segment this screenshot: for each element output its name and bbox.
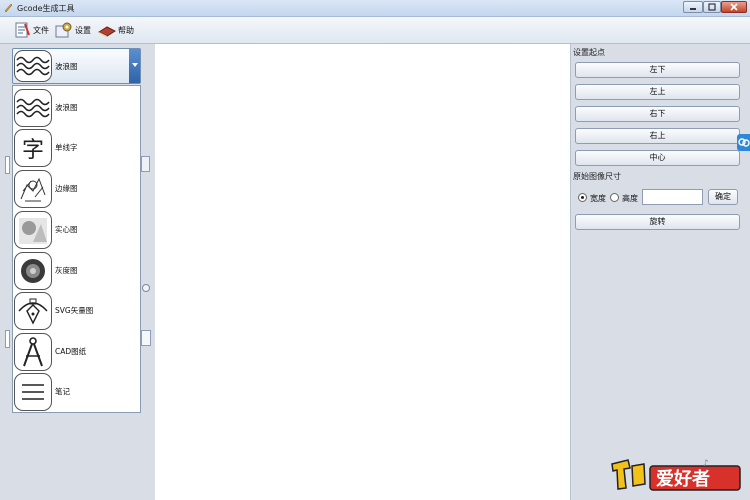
list-item-label: 实心图: [55, 225, 78, 234]
app-icon: [4, 3, 13, 13]
chevron-down-icon[interactable]: [129, 49, 140, 83]
size-input[interactable]: [642, 189, 703, 205]
watermark-logo: 爱好者 ♪: [608, 454, 748, 494]
character-glyph: 字: [22, 138, 44, 163]
list-item-label: 笔记: [55, 387, 70, 396]
minimize-button[interactable]: [683, 1, 703, 13]
left-field-edge: [5, 156, 10, 174]
list-item-label: 单线字: [55, 143, 78, 152]
settings-icon: [55, 22, 72, 38]
preview-canvas[interactable]: [155, 44, 570, 500]
edge-image-icon: [14, 170, 52, 208]
list-item-label: 灰度图: [55, 266, 78, 275]
watermark-text: 爱好者: [656, 468, 710, 490]
list-item-label: CAD图纸: [55, 347, 87, 356]
list-item-cad[interactable]: CAD图纸: [13, 332, 140, 372]
file-icon: [15, 22, 30, 38]
list-item-solid[interactable]: 实心图: [13, 210, 140, 250]
mode-dropdown-list: 波浪图 字 单线字 边缘图 实心图 灰度图 SVG矢量图 CAD图纸 笔记: [12, 85, 141, 413]
width-radio[interactable]: [578, 193, 587, 202]
list-item-edge[interactable]: 边缘图: [13, 169, 140, 209]
close-button[interactable]: [721, 1, 747, 13]
list-item-singleline[interactable]: 字 单线字: [13, 128, 140, 168]
origin-bottom-left-button[interactable]: 左下: [575, 62, 740, 78]
list-item-label: SVG矢量图: [55, 306, 94, 315]
origin-top-left-button[interactable]: 左上: [575, 84, 740, 100]
grayscale-icon: [14, 252, 52, 290]
notes-icon: [14, 373, 52, 411]
menu-help[interactable]: 帮助: [98, 21, 134, 39]
menu-settings-label: 设置: [75, 25, 91, 35]
character-icon: 字: [14, 129, 52, 167]
solid-image-icon: [14, 211, 52, 249]
window-title: Gcode生成工具: [17, 4, 75, 13]
mode-dropdown-value: 波浪图: [55, 62, 78, 71]
size-section-title: 原始图像尺寸: [573, 172, 621, 181]
wave-icon: [14, 89, 52, 127]
height-radio[interactable]: [610, 193, 619, 202]
help-book-icon: [98, 26, 116, 38]
origin-bottom-right-button[interactable]: 右下: [575, 106, 740, 122]
origin-top-right-button[interactable]: 右上: [575, 128, 740, 144]
slider-handle[interactable]: [141, 330, 151, 346]
origin-center-button[interactable]: 中心: [575, 150, 740, 166]
close-icon: [730, 3, 738, 11]
menu-file[interactable]: 文件: [13, 21, 49, 39]
list-item-notes[interactable]: 笔记: [13, 372, 140, 412]
maximize-icon: [708, 3, 716, 11]
minimize-icon: [690, 8, 696, 10]
list-item-label: 边缘图: [55, 184, 78, 193]
width-radio-label: 宽度: [590, 194, 606, 203]
list-item-wave[interactable]: 波浪图: [13, 88, 140, 128]
link-icon: [738, 138, 750, 147]
watermark-logo-graphic: 爱好者 ♪: [611, 459, 741, 491]
toolbar: 文件 设置 帮助: [0, 17, 750, 44]
rotate-button[interactable]: 旋转: [575, 214, 740, 230]
list-item-grayscale[interactable]: 灰度图: [13, 251, 140, 291]
confirm-button[interactable]: 确定: [708, 189, 738, 205]
menu-file-label: 文件: [33, 25, 49, 35]
wave-icon: [14, 50, 52, 82]
svg-text:♪: ♪: [703, 459, 709, 469]
maximize-button[interactable]: [703, 1, 721, 13]
mode-dropdown[interactable]: 波浪图: [12, 48, 141, 84]
compass-icon: [14, 333, 52, 371]
side-share-tab[interactable]: [737, 134, 750, 151]
origin-section-title: 设置起点: [573, 48, 605, 57]
height-radio-label: 高度: [622, 194, 638, 203]
vector-pen-icon: [14, 292, 52, 330]
menu-help-label: 帮助: [118, 25, 134, 35]
list-item-label: 波浪图: [55, 103, 78, 112]
menu-settings[interactable]: 设置: [55, 21, 91, 39]
list-item-svg[interactable]: SVG矢量图: [13, 291, 140, 331]
title-bar: Gcode生成工具: [0, 0, 750, 17]
slider-knob[interactable]: [142, 284, 150, 292]
spinner[interactable]: [141, 156, 150, 172]
left-field-edge-2: [5, 330, 10, 348]
